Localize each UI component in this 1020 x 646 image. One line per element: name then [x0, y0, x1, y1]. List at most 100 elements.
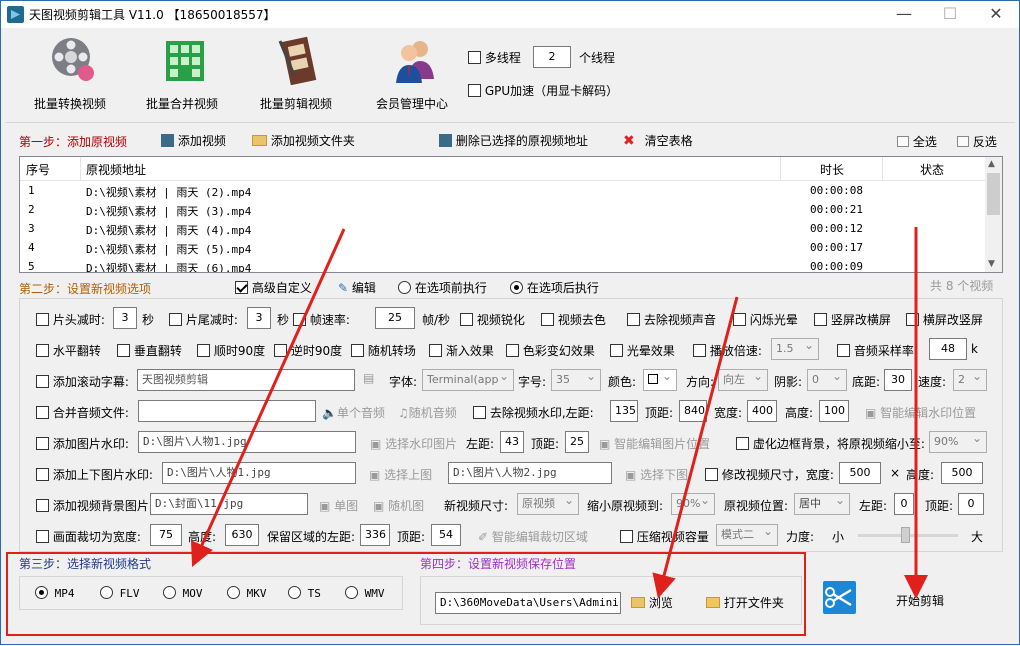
top-img-input[interactable]: D:\图片\人物1.jpg	[162, 462, 356, 484]
merge-audio-checkbox[interactable]	[36, 406, 49, 419]
speed-option[interactable]: 播放倍速:	[693, 342, 762, 359]
vflip-checkbox[interactable]	[117, 344, 130, 357]
resize-width-input[interactable]: 500	[839, 462, 881, 484]
bg-img-checkbox[interactable]	[36, 499, 49, 512]
add-video-button[interactable]: 添加视频	[161, 132, 226, 149]
decolor-option[interactable]: 视频去色	[541, 311, 606, 328]
font-select[interactable]: Terminal(app	[422, 369, 514, 391]
color-select[interactable]	[643, 369, 677, 391]
fadein-checkbox[interactable]	[429, 344, 442, 357]
crop-left-input[interactable]: 336	[360, 524, 390, 546]
random-trans-checkbox[interactable]	[351, 344, 364, 357]
format-mkv-radio[interactable]	[227, 586, 240, 599]
format-mov-option[interactable]: MOV	[163, 586, 203, 600]
wm-top-input[interactable]: 840	[679, 400, 707, 422]
merge-audio-input[interactable]	[138, 400, 316, 422]
add-folder-button[interactable]: 添加视频文件夹	[252, 132, 355, 149]
format-mkv-option[interactable]: MKV	[227, 586, 267, 600]
rot-ccw-checkbox[interactable]	[274, 344, 287, 357]
format-mp4-option[interactable]: MP4	[35, 586, 75, 600]
sharpen-checkbox[interactable]	[460, 313, 473, 326]
scroll-down-icon[interactable]: ▼	[988, 259, 995, 269]
scroll-thumb[interactable]	[987, 173, 1000, 215]
clear-table-button[interactable]: ✖ 清空表格	[623, 132, 693, 149]
maximize-button[interactable]: ☐	[927, 3, 973, 27]
color-fx-option[interactable]: 色彩变幻效果	[506, 342, 595, 359]
rot-ccw-option[interactable]: 逆时90度	[274, 342, 342, 359]
bottom-input[interactable]: 30	[884, 369, 912, 391]
halo-option[interactable]: 光晕效果	[610, 342, 675, 359]
shrink-select[interactable]: 90%	[671, 493, 715, 515]
choose-bottom-button[interactable]: ▣ 选择下图	[625, 466, 688, 483]
remove-wm-checkbox[interactable]	[473, 406, 486, 419]
v2h-checkbox[interactable]	[814, 313, 827, 326]
edit-button[interactable]: ✎ 编辑	[338, 279, 376, 296]
multithread-option[interactable]: 多线程	[468, 49, 521, 66]
wm-left-input[interactable]: 135	[610, 400, 638, 422]
sample-checkbox[interactable]	[837, 344, 850, 357]
table-row[interactable]: 5 D:\视频\素材 | 雨天 (6).mp4 00:00:09	[20, 258, 986, 272]
resize-option[interactable]: 修改视频尺寸，宽度:	[705, 466, 834, 483]
remove-wm-option[interactable]: 去除视频水印,左距:	[473, 404, 594, 421]
scroll-speed-select[interactable]: 2	[953, 369, 987, 391]
wm-width-input[interactable]: 400	[747, 400, 777, 422]
h2v-option[interactable]: 横屏改竖屏	[906, 311, 983, 328]
format-flv-option[interactable]: FLV	[100, 586, 140, 600]
tail-cut-checkbox[interactable]	[169, 313, 182, 326]
delete-selected-button[interactable]: 删除已选择的原视频地址	[439, 132, 588, 149]
img-wm-option[interactable]: 添加图片水印:	[36, 435, 129, 452]
size-select[interactable]: 35	[551, 369, 601, 391]
compress-checkbox[interactable]	[620, 530, 633, 543]
head-cut-option[interactable]: 片头减时:	[36, 311, 105, 328]
speed-select[interactable]: 1.5	[771, 338, 819, 360]
v2h-option[interactable]: 竖屏改横屏	[814, 311, 891, 328]
vflip-option[interactable]: 垂直翻转	[117, 342, 182, 359]
dir-select[interactable]: 向左	[718, 369, 768, 391]
choose-wm-button[interactable]: ▣ 选择水印图片	[370, 435, 457, 452]
table-row[interactable]: 2 D:\视频\素材 | 雨天 (3).mp4 00:00:21	[20, 201, 986, 220]
save-path-input[interactable]: D:\360MoveData\Users\Administr	[435, 592, 621, 614]
head-cut-checkbox[interactable]	[36, 313, 49, 326]
resize-height-input[interactable]: 500	[941, 462, 983, 484]
batch-convert-button[interactable]: 批量转换视频	[15, 35, 125, 115]
rot-cw-checkbox[interactable]	[197, 344, 210, 357]
format-wmv-option[interactable]: WMV	[345, 586, 385, 600]
gpu-checkbox[interactable]	[468, 84, 481, 97]
shadow-select[interactable]: 0	[807, 369, 847, 391]
format-ts-option[interactable]: TS	[288, 586, 321, 600]
table-row[interactable]: 4 D:\视频\素材 | 雨天 (5).mp4 00:00:17	[20, 239, 986, 258]
crop-height-input[interactable]: 630	[225, 524, 259, 546]
close-button[interactable]: ✕	[973, 3, 1019, 27]
wm-height-input[interactable]: 100	[819, 400, 849, 422]
start-edit-icon-button[interactable]	[823, 581, 856, 614]
single-img-button[interactable]: ▣ 单图	[319, 497, 358, 514]
merge-audio-option[interactable]: 合并音频文件:	[36, 404, 129, 421]
scroll-sub-option[interactable]: 添加滚动字幕:	[36, 373, 129, 390]
flash-option[interactable]: 闪烁光晕	[733, 311, 798, 328]
gpu-option[interactable]: GPU加速（用显卡解码）	[468, 82, 618, 99]
before-option[interactable]: 在选项前执行	[398, 279, 487, 296]
blur-select[interactable]: 90%	[929, 431, 987, 453]
format-mov-radio[interactable]	[163, 586, 176, 599]
batch-edit-button[interactable]: 批量剪辑视频	[241, 35, 351, 115]
fadein-option[interactable]: 渐入效果	[429, 342, 494, 359]
fps-option[interactable]: 帧速率:	[293, 311, 350, 328]
sample-input[interactable]: 48	[929, 338, 967, 360]
strength-slider-thumb[interactable]	[901, 527, 910, 543]
bg-top-input[interactable]: 0	[958, 493, 984, 515]
bg-left-input[interactable]: 0	[894, 493, 914, 515]
batch-merge-button[interactable]: 批量合并视频	[127, 35, 237, 115]
format-mp4-radio[interactable]	[35, 586, 48, 599]
invert-select-button[interactable]: 反选	[957, 133, 997, 150]
img-top-input[interactable]: 25	[565, 431, 589, 453]
scroll-sub-checkbox[interactable]	[36, 375, 49, 388]
scroll-sub-input[interactable]: 天图视频剪辑	[137, 369, 355, 391]
after-option[interactable]: 在选项后执行	[510, 279, 599, 296]
format-flv-radio[interactable]	[100, 586, 113, 599]
member-center-button[interactable]: 会员管理中心	[357, 35, 467, 115]
table-scrollbar[interactable]: ▲ ▼	[985, 157, 1002, 272]
multithread-checkbox[interactable]	[468, 51, 481, 64]
thread-count-input[interactable]: 2	[533, 46, 571, 68]
tb-img-option[interactable]: 添加上下图片水印:	[36, 466, 153, 483]
img-wm-input[interactable]: D:\图片\人物1.jpg	[138, 431, 356, 453]
